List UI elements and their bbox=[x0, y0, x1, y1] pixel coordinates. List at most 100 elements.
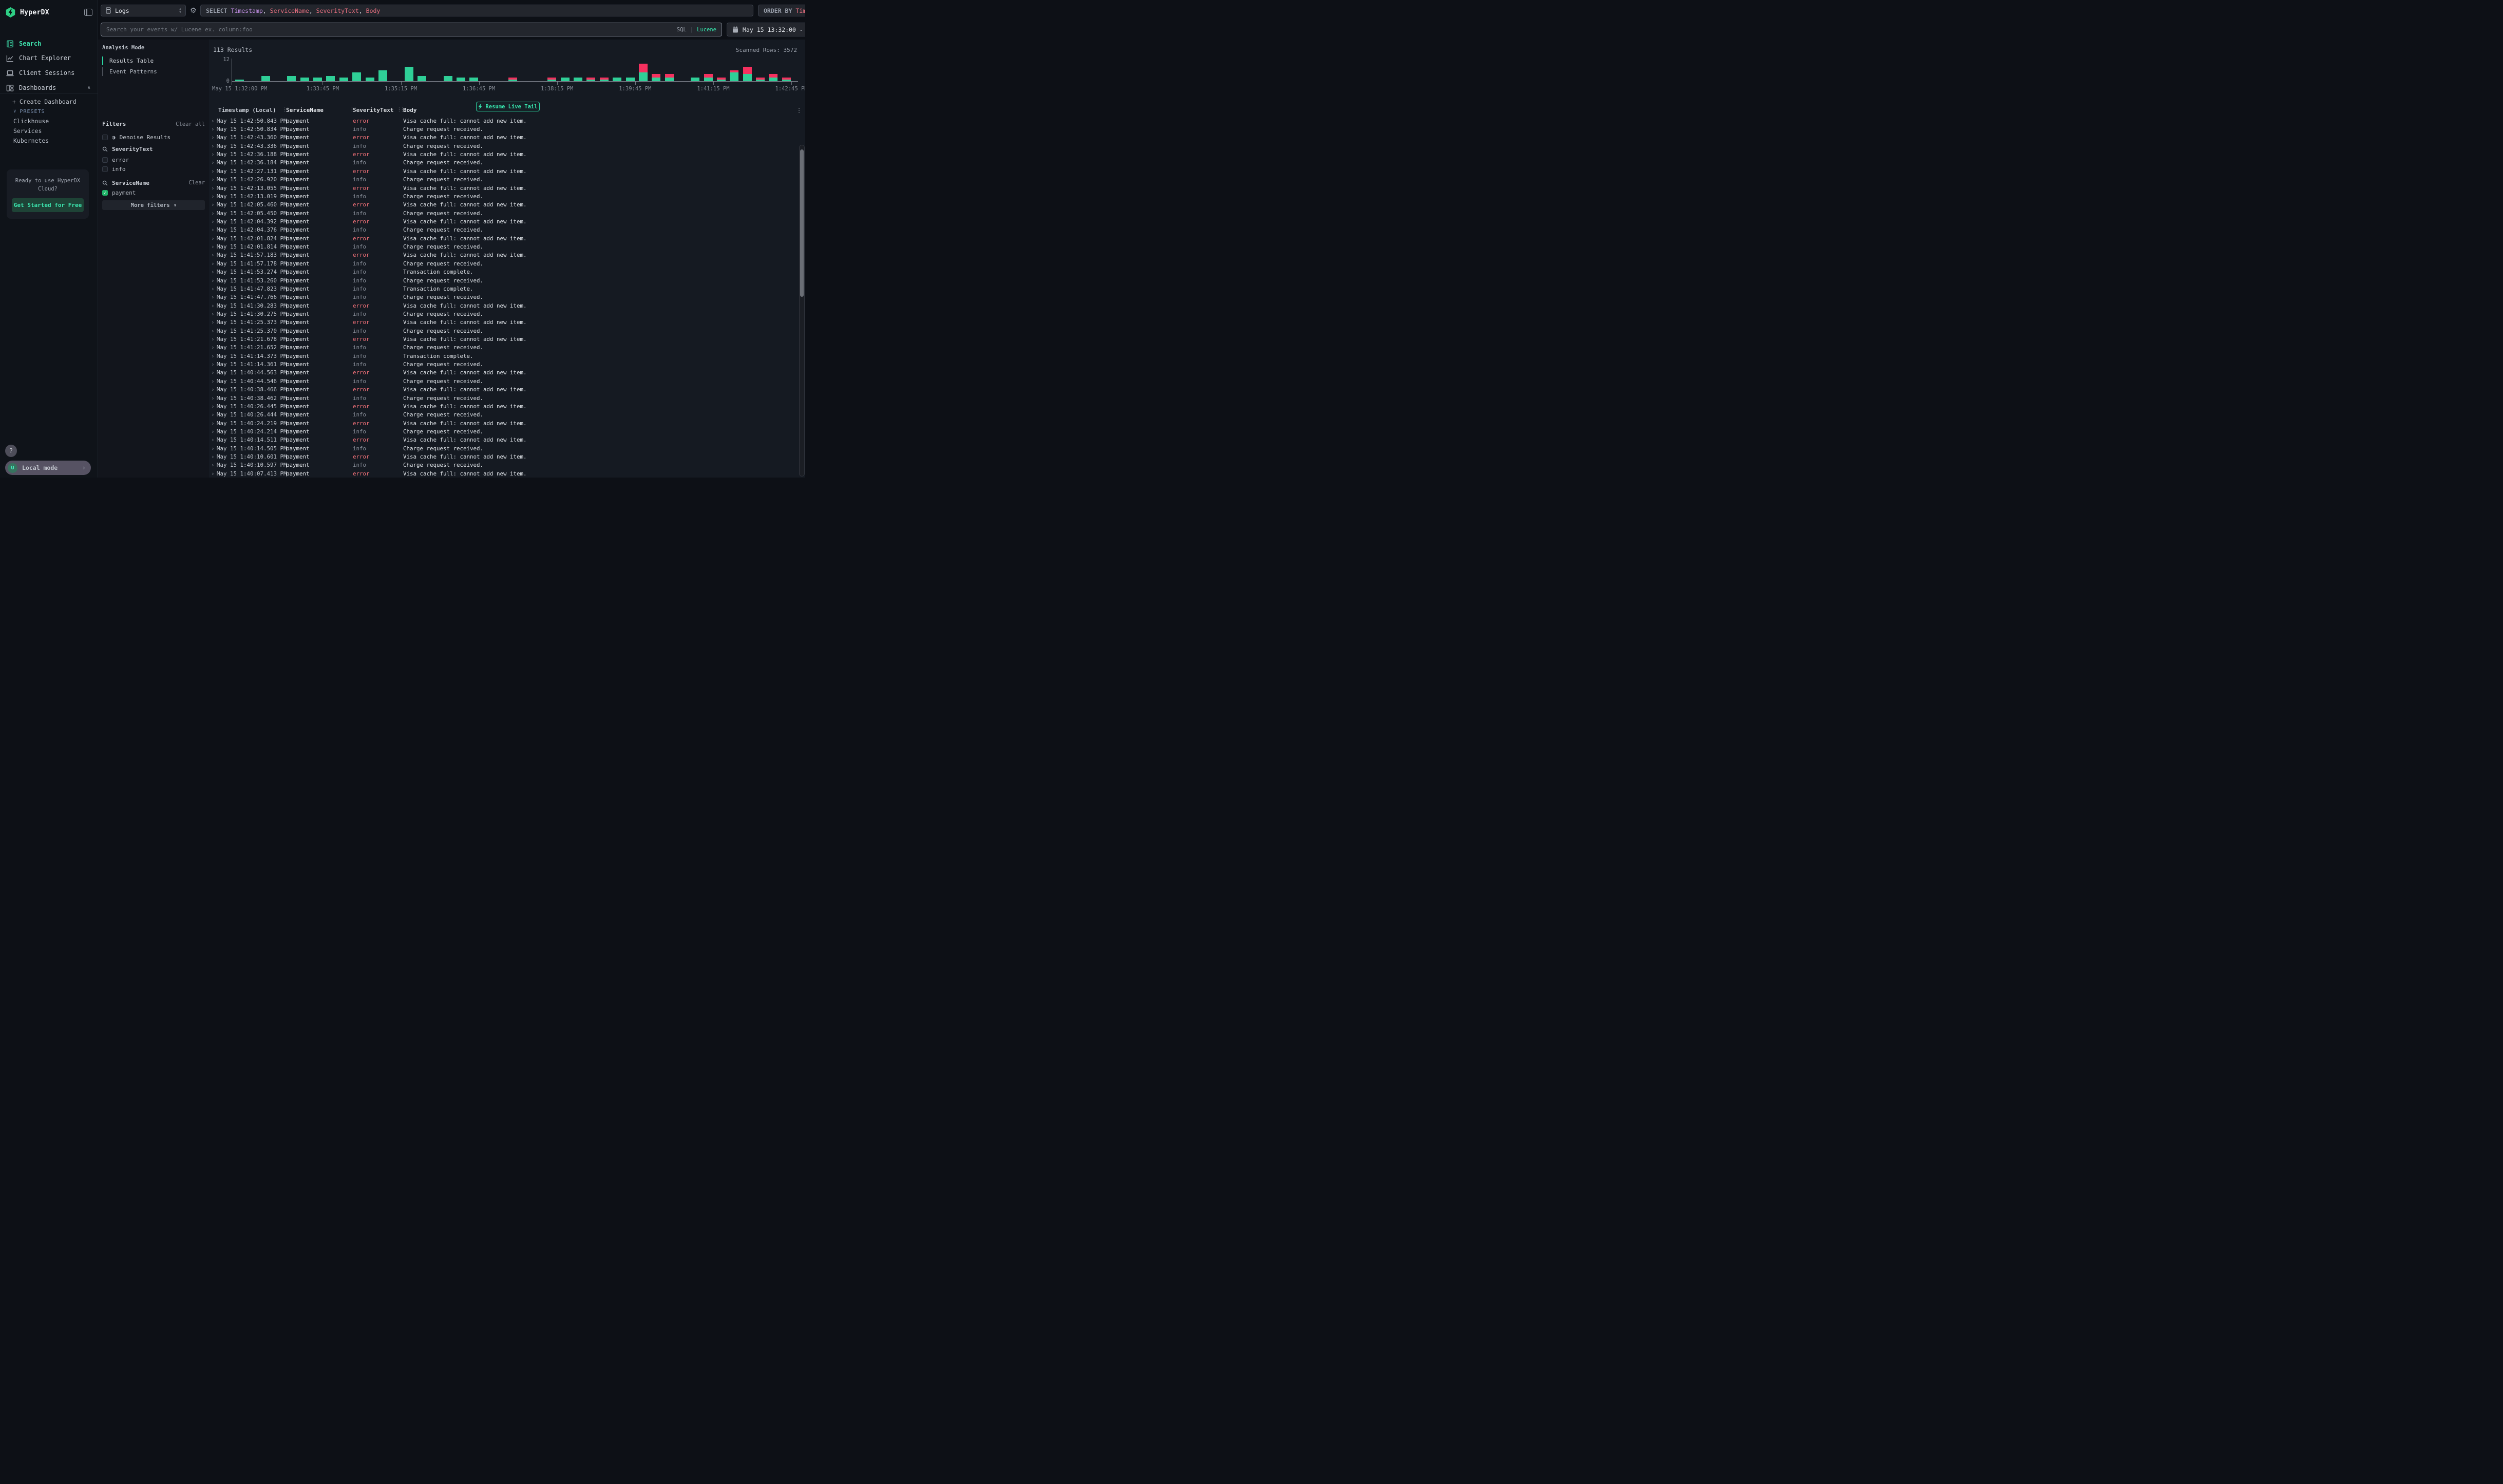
table-row[interactable]: ›May 15 1:41:53.260 PMpaymentinfoCharge … bbox=[209, 276, 795, 284]
row-expand-chevron[interactable]: › bbox=[209, 319, 217, 326]
histogram-bar[interactable] bbox=[300, 78, 309, 81]
histogram-bar[interactable] bbox=[561, 78, 570, 81]
row-expand-chevron[interactable]: › bbox=[209, 378, 217, 385]
date-range-picker[interactable]: May 15 13:32:00 - May 15 13:43:00 bbox=[727, 23, 805, 36]
table-row[interactable]: ›May 15 1:40:44.546 PMpaymentinfoCharge … bbox=[209, 377, 795, 385]
row-expand-chevron[interactable]: › bbox=[209, 226, 217, 233]
histogram-bar[interactable] bbox=[326, 76, 335, 81]
row-expand-chevron[interactable]: › bbox=[209, 428, 217, 435]
row-expand-chevron[interactable]: › bbox=[209, 277, 217, 284]
table-row[interactable]: ›May 15 1:41:21.652 PMpaymentinfoCharge … bbox=[209, 344, 795, 352]
row-expand-chevron[interactable]: › bbox=[209, 344, 217, 351]
table-row[interactable]: ›May 15 1:40:07.413 PMpaymenterrorVisa c… bbox=[209, 469, 795, 478]
table-row[interactable]: ›May 15 1:40:14.511 PMpaymenterrorVisa c… bbox=[209, 436, 795, 444]
mode-results-table[interactable]: Results Table bbox=[102, 55, 205, 66]
row-expand-chevron[interactable]: › bbox=[209, 243, 217, 250]
histogram-bar[interactable] bbox=[743, 67, 752, 81]
table-row[interactable]: ›May 15 1:42:04.376 PMpaymentinfoCharge … bbox=[209, 226, 795, 234]
sidebar-collapse-icon[interactable] bbox=[84, 9, 92, 16]
clear-all-button[interactable]: Clear all bbox=[176, 121, 205, 127]
row-expand-chevron[interactable]: › bbox=[209, 411, 217, 418]
table-row[interactable]: ›May 15 1:42:05.460 PMpaymenterrorVisa c… bbox=[209, 201, 795, 209]
events-histogram[interactable]: 12 0 May 15 1:32:00 PM1:33:45 PM1:35:15 … bbox=[209, 56, 798, 90]
scrollbar[interactable] bbox=[799, 145, 805, 477]
row-expand-chevron[interactable]: › bbox=[209, 235, 217, 242]
table-row[interactable]: ›May 15 1:42:13.019 PMpaymentinfoCharge … bbox=[209, 192, 795, 200]
histogram-bar[interactable] bbox=[652, 74, 660, 81]
filter-option-error[interactable]: error bbox=[102, 156, 205, 164]
row-expand-chevron[interactable]: › bbox=[209, 269, 217, 275]
row-expand-chevron[interactable]: › bbox=[209, 353, 217, 359]
row-expand-chevron[interactable]: › bbox=[209, 336, 217, 343]
sql-select-editor[interactable]: SELECT Timestamp, ServiceName, SeverityT… bbox=[200, 5, 753, 16]
row-expand-chevron[interactable]: › bbox=[209, 403, 217, 410]
table-row[interactable]: ›May 15 1:41:30.283 PMpaymenterrorVisa c… bbox=[209, 301, 795, 310]
column-header-timestamp[interactable]: Timestamp (Local) bbox=[217, 107, 286, 116]
column-header-body[interactable]: Body bbox=[403, 107, 795, 116]
histogram-bar[interactable] bbox=[626, 78, 635, 81]
table-row[interactable]: ›May 15 1:42:36.188 PMpaymenterrorVisa c… bbox=[209, 150, 795, 158]
gear-icon[interactable]: ⚙ bbox=[190, 7, 197, 15]
row-expand-chevron[interactable]: › bbox=[209, 361, 217, 368]
histogram-bar[interactable] bbox=[261, 76, 270, 81]
row-expand-chevron[interactable]: › bbox=[209, 151, 217, 158]
row-expand-chevron[interactable]: › bbox=[209, 193, 217, 200]
table-row[interactable]: ›May 15 1:41:47.823 PMpaymentinfoTransac… bbox=[209, 284, 795, 293]
histogram-bar[interactable] bbox=[352, 72, 361, 81]
table-row[interactable]: ›May 15 1:41:25.373 PMpaymenterrorVisa c… bbox=[209, 318, 795, 327]
row-expand-chevron[interactable]: › bbox=[209, 436, 217, 443]
table-row[interactable]: ›May 15 1:42:27.131 PMpaymenterrorVisa c… bbox=[209, 167, 795, 175]
row-expand-chevron[interactable]: › bbox=[209, 185, 217, 192]
table-row[interactable]: ›May 15 1:41:53.274 PMpaymentinfoTransac… bbox=[209, 268, 795, 276]
histogram-bar[interactable] bbox=[756, 78, 765, 81]
table-row[interactable]: ›May 15 1:41:57.183 PMpaymenterrorVisa c… bbox=[209, 251, 795, 259]
histogram-bar[interactable] bbox=[378, 70, 387, 81]
row-expand-chevron[interactable]: › bbox=[209, 159, 217, 166]
histogram-bar[interactable] bbox=[769, 74, 778, 81]
row-expand-chevron[interactable]: › bbox=[209, 395, 217, 402]
user-menu[interactable]: U Local mode › bbox=[5, 461, 91, 475]
table-row[interactable]: ›May 15 1:41:57.178 PMpaymentinfoCharge … bbox=[209, 259, 795, 268]
table-row[interactable]: ›May 15 1:42:13.055 PMpaymenterrorVisa c… bbox=[209, 184, 795, 192]
sidebar-item-dashboards[interactable]: Dashboards ∧ bbox=[0, 82, 98, 93]
histogram-bar[interactable] bbox=[613, 78, 621, 81]
table-row[interactable]: ›May 15 1:40:24.214 PMpaymentinfoCharge … bbox=[209, 427, 795, 435]
filter-option-info[interactable]: info bbox=[102, 165, 205, 173]
table-row[interactable]: ›May 15 1:41:14.361 PMpaymentinfoCharge … bbox=[209, 360, 795, 368]
row-expand-chevron[interactable]: › bbox=[209, 252, 217, 258]
table-row[interactable]: ›May 15 1:40:10.601 PMpaymenterrorVisa c… bbox=[209, 452, 795, 461]
histogram-bar[interactable] bbox=[730, 70, 738, 81]
table-row[interactable]: ›May 15 1:41:25.370 PMpaymentinfoCharge … bbox=[209, 327, 795, 335]
mode-event-patterns[interactable]: Event Patterns bbox=[102, 66, 205, 77]
row-expand-chevron[interactable]: › bbox=[209, 286, 217, 292]
table-row[interactable]: ›May 15 1:40:24.219 PMpaymenterrorVisa c… bbox=[209, 419, 795, 427]
preset-item-clickhouse[interactable]: Clickhouse bbox=[0, 117, 98, 126]
order-by-editor[interactable]: ORDER BY TimestampTime DESC bbox=[758, 5, 805, 16]
histogram-bar[interactable] bbox=[469, 78, 478, 81]
table-row[interactable]: ›May 15 1:40:14.505 PMpaymentinfoCharge … bbox=[209, 444, 795, 452]
histogram-bar[interactable] bbox=[287, 76, 296, 81]
payment-checkbox[interactable]: ✓ bbox=[102, 190, 108, 196]
table-row[interactable]: ›May 15 1:42:50.834 PMpaymentinfoCharge … bbox=[209, 125, 795, 133]
table-row[interactable]: ›May 15 1:40:38.462 PMpaymentinfoCharge … bbox=[209, 394, 795, 402]
histogram-bar[interactable] bbox=[691, 78, 699, 81]
column-header-servicename[interactable]: ServiceName bbox=[286, 107, 353, 116]
presets-toggle[interactable]: ∨ PRESETS bbox=[0, 107, 98, 116]
row-expand-chevron[interactable]: › bbox=[209, 168, 217, 175]
scrollbar-thumb[interactable] bbox=[800, 149, 804, 297]
table-row[interactable]: ›May 15 1:42:43.360 PMpaymenterrorVisa c… bbox=[209, 134, 795, 142]
help-button[interactable]: ? bbox=[5, 445, 17, 457]
table-row[interactable]: ›May 15 1:42:05.450 PMpaymentinfoCharge … bbox=[209, 209, 795, 217]
table-row[interactable]: ›May 15 1:41:21.678 PMpaymenterrorVisa c… bbox=[209, 335, 795, 343]
table-row[interactable]: ›May 15 1:41:47.766 PMpaymentinfoCharge … bbox=[209, 293, 795, 301]
row-expand-chevron[interactable]: › bbox=[209, 302, 217, 309]
histogram-bar[interactable] bbox=[508, 78, 517, 81]
denoise-checkbox[interactable] bbox=[102, 135, 108, 140]
row-expand-chevron[interactable]: › bbox=[209, 311, 217, 317]
error-checkbox[interactable] bbox=[102, 157, 108, 163]
histogram-bar[interactable] bbox=[574, 78, 582, 81]
info-checkbox[interactable] bbox=[102, 166, 108, 172]
histogram-bar[interactable] bbox=[313, 78, 322, 81]
histogram-bar[interactable] bbox=[547, 78, 556, 81]
row-expand-chevron[interactable]: › bbox=[209, 328, 217, 334]
